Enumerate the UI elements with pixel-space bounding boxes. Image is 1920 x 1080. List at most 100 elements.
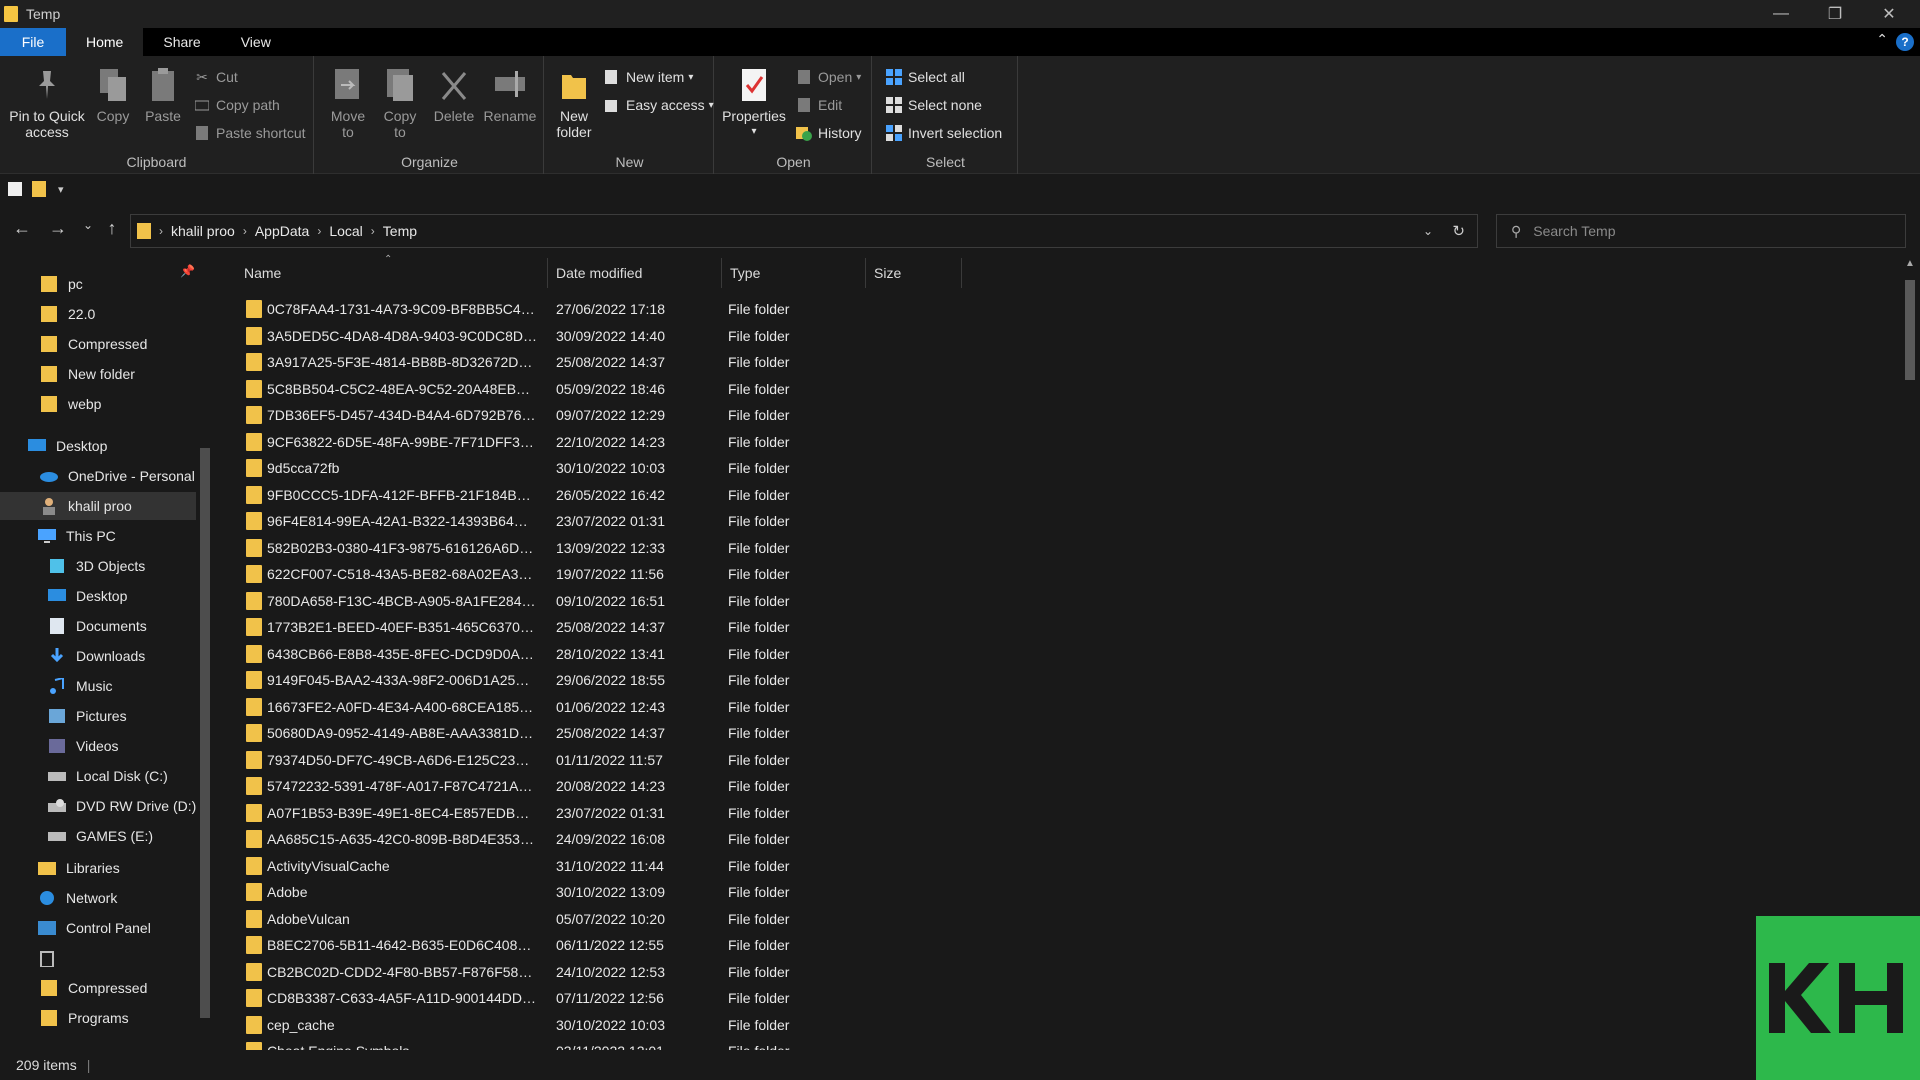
- forward-icon[interactable]: →: [46, 218, 70, 239]
- column-header-size[interactable]: Size: [866, 258, 962, 288]
- file-row[interactable]: 5C8BB504-C5C2-48EA-9C52-20A48EB2FE... 05/…: [236, 376, 1886, 402]
- file-row[interactable]: B8EC2706-5B11-4642-B635-E0D6C4084472 06/1…: [236, 932, 1886, 958]
- close-button[interactable]: ✕: [1862, 0, 1916, 28]
- collapse-ribbon-icon[interactable]: ⌃: [1876, 31, 1888, 48]
- file-row[interactable]: AdobeVulcan 05/07/2022 10:20 File folder: [236, 906, 1886, 932]
- nav-item-control-panel[interactable]: Control Panel: [0, 914, 196, 942]
- nav-item-programs[interactable]: Programs: [0, 1004, 196, 1032]
- recent-locations-icon[interactable]: ⌄: [76, 218, 100, 232]
- nav-item-recycle-bin[interactable]: [0, 944, 196, 972]
- file-row[interactable]: 582B02B3-0380-41F3-9875-616126A6DDFA 13/0…: [236, 535, 1886, 561]
- nav-item-pictures[interactable]: Pictures: [0, 702, 196, 730]
- nav-item-onedrive-personal[interactable]: OneDrive - Personal: [0, 462, 196, 490]
- breadcrumb-khalil-proo[interactable]: khalil proo: [171, 223, 235, 239]
- paste-shortcut-button[interactable]: Paste shortcut: [194, 122, 306, 144]
- nav-item-webp[interactable]: webp: [0, 390, 196, 418]
- open-button[interactable]: Open ▾: [796, 66, 861, 88]
- file-row[interactable]: 622CF007-C518-43A5-BE82-68A02EA3A781 19/0…: [236, 561, 1886, 587]
- nav-item-libraries[interactable]: Libraries: [0, 854, 196, 882]
- file-row[interactable]: 9CF63822-6D5E-48FA-99BE-7F71DFF3AC66 22/1…: [236, 429, 1886, 455]
- customize-toolbar-icon[interactable]: ▾: [58, 183, 64, 196]
- nav-item-downloads[interactable]: Downloads: [0, 642, 196, 670]
- nav-item-local-disk-c[interactable]: Local Disk (C:): [0, 762, 196, 790]
- select-all-button[interactable]: Select all: [886, 66, 965, 88]
- column-header-type[interactable]: Type: [722, 258, 866, 288]
- nav-item-new-folder[interactable]: New folder: [0, 360, 196, 388]
- back-icon[interactable]: ←: [10, 218, 34, 239]
- nav-item-khalil-proo[interactable]: khalil proo: [0, 492, 196, 520]
- file-row[interactable]: 79374D50-DF7C-49CB-A6D6-E125C23BF7... 01/…: [236, 747, 1886, 773]
- file-row[interactable]: 3A917A25-5F3E-4814-BB8B-8D32672DC7... 25/…: [236, 349, 1886, 375]
- nav-item-music[interactable]: Music: [0, 672, 196, 700]
- cut-button[interactable]: ✂ Cut: [194, 66, 238, 88]
- nav-item-documents[interactable]: Documents: [0, 612, 196, 640]
- copy-button[interactable]: Copy: [92, 66, 134, 124]
- nav-item-this-pc[interactable]: This PC: [0, 522, 196, 550]
- address-dropdown-icon[interactable]: ⌄: [1423, 224, 1433, 238]
- nav-item-desktop[interactable]: Desktop: [0, 432, 196, 460]
- copy-to-button[interactable]: Copy to: [378, 66, 422, 140]
- file-row[interactable]: 780DA658-F13C-4BCB-A905-8A1FE2847940 09/1…: [236, 588, 1886, 614]
- new-item-button[interactable]: New item ▾: [604, 66, 693, 88]
- tab-share[interactable]: Share: [143, 28, 220, 56]
- copy-path-button[interactable]: Copy path: [194, 94, 280, 116]
- file-row[interactable]: CB2BC02D-CDD2-4F80-BB57-F876F58B86... 24/…: [236, 959, 1886, 985]
- file-row[interactable]: cep_cache 30/10/2022 10:03 File folder: [236, 1012, 1886, 1038]
- tab-file[interactable]: File: [0, 28, 66, 56]
- rename-button[interactable]: Rename: [482, 66, 538, 124]
- paste-button[interactable]: Paste: [140, 66, 186, 124]
- edit-button[interactable]: Edit: [796, 94, 842, 116]
- history-button[interactable]: History: [796, 122, 862, 144]
- up-icon[interactable]: ↑: [100, 218, 124, 239]
- file-list-scrollbar-thumb[interactable]: [1905, 280, 1915, 380]
- nav-item-network[interactable]: Network: [0, 884, 196, 912]
- breadcrumb-temp[interactable]: Temp: [383, 223, 417, 239]
- nav-item-pc[interactable]: pc: [0, 270, 196, 298]
- file-row[interactable]: 9149F045-BAA2-433A-98F2-006D1A25465E 29/0…: [236, 667, 1886, 693]
- file-row[interactable]: 0C78FAA4-1731-4A73-9C09-BF8BB5C482... 27/…: [236, 296, 1886, 322]
- breadcrumb-local[interactable]: Local: [329, 223, 362, 239]
- nav-item-compressed[interactable]: Compressed: [0, 974, 196, 1002]
- nav-item-desktop[interactable]: Desktop: [0, 582, 196, 610]
- nav-item-dvd-rw-drive-d[interactable]: DVD RW Drive (D:): [0, 792, 196, 820]
- move-to-button[interactable]: Move to: [326, 66, 370, 140]
- file-row[interactable]: 6438CB66-E8B8-435E-8FEC-DCD9D0A50... 28/1…: [236, 641, 1886, 667]
- pin-to-quick-access-button[interactable]: Pin to Quick access: [8, 66, 86, 140]
- nav-item-compressed[interactable]: Compressed: [0, 330, 196, 358]
- minimize-button[interactable]: —: [1754, 0, 1808, 28]
- select-none-button[interactable]: Select none: [886, 94, 982, 116]
- search-input[interactable]: ⚲ Search Temp: [1496, 214, 1906, 248]
- file-row[interactable]: 9FB0CCC5-1DFA-412F-BFFB-21F184BFFB61 26/0…: [236, 482, 1886, 508]
- easy-access-button[interactable]: Easy access ▾: [604, 94, 714, 116]
- nav-item-videos[interactable]: Videos: [0, 732, 196, 760]
- file-row[interactable]: 96F4E814-99EA-42A1-B322-14393B64B4D4 23/0…: [236, 508, 1886, 534]
- nav-item-22-0[interactable]: 22.0: [0, 300, 196, 328]
- column-header-date[interactable]: Date modified: [548, 258, 722, 288]
- column-header-name[interactable]: Name ⌃: [236, 254, 548, 288]
- properties-button[interactable]: Properties ▾: [722, 66, 786, 140]
- file-row[interactable]: 3A5DED5C-4DA8-4D8A-9403-9C0DC8D4... 30/09…: [236, 323, 1886, 349]
- file-row[interactable]: 57472232-5391-478F-A017-F87C4721ACA1 20/0…: [236, 773, 1886, 799]
- file-row[interactable]: 7DB36EF5-D457-434D-B4A4-6D792B7647E9 09/0…: [236, 402, 1886, 428]
- refresh-icon[interactable]: ↻: [1452, 222, 1465, 240]
- nav-scrollbar-thumb[interactable]: [200, 448, 210, 1018]
- file-row[interactable]: 16673FE2-A0FD-4E34-A400-68CEA18575EB 01/0…: [236, 694, 1886, 720]
- file-row[interactable]: AA685C15-A635-42C0-809B-B8D4E353E7... 24/…: [236, 826, 1886, 852]
- restore-button[interactable]: ❐: [1808, 0, 1862, 28]
- tab-view[interactable]: View: [221, 28, 291, 56]
- scroll-up-icon[interactable]: ▲: [1905, 258, 1915, 269]
- invert-selection-button[interactable]: Invert selection: [886, 122, 1002, 144]
- file-row[interactable]: 50680DA9-0952-4149-AB8E-AAA3381DE4... 25/…: [236, 720, 1886, 746]
- nav-item-3d-objects[interactable]: 3D Objects: [0, 552, 196, 580]
- file-row[interactable]: 9d5cca72fb 30/10/2022 10:03 File folder: [236, 455, 1886, 481]
- file-row[interactable]: ActivityVisualCache 31/10/2022 11:44 File …: [236, 853, 1886, 879]
- new-folder-icon[interactable]: [32, 181, 46, 197]
- file-row[interactable]: A07F1B53-B39E-49E1-8EC4-E857EDB3AA4F 23/0…: [236, 800, 1886, 826]
- nav-scrollbar[interactable]: [197, 258, 213, 1048]
- delete-button[interactable]: Delete: [432, 66, 476, 124]
- help-icon[interactable]: ?: [1896, 33, 1914, 51]
- nav-item-games-e[interactable]: GAMES (E:): [0, 822, 196, 850]
- tab-home[interactable]: Home: [66, 28, 144, 56]
- new-folder-button[interactable]: New folder: [552, 66, 596, 140]
- address-bar[interactable]: › khalil proo › AppData › Local › Temp ⌄…: [130, 214, 1478, 248]
